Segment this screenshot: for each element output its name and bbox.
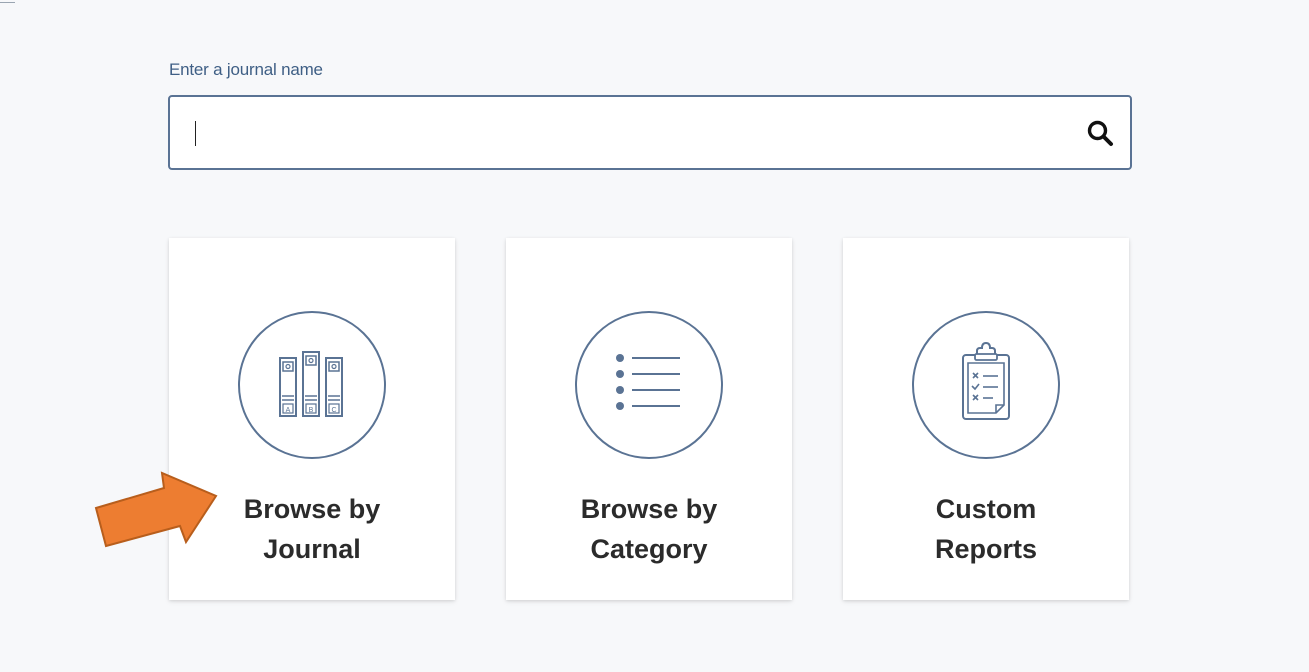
annotation-arrow [94, 471, 218, 548]
card-label-line1: Browse by [580, 494, 718, 524]
custom-reports-label: Custom Reports [843, 489, 1129, 569]
browse-by-category-label: Browse by Category [506, 489, 792, 569]
list-icon [575, 311, 723, 459]
card-label-line2: Category [590, 534, 708, 564]
search-input[interactable] [188, 110, 1068, 155]
card-label-line1: Custom [935, 494, 1037, 524]
custom-reports-card[interactable]: Custom Reports [843, 238, 1129, 600]
page: Enter a journal name A B C Browse by Jou… [0, 0, 1309, 672]
binder-letter-b: B [309, 407, 314, 414]
corner-mark [0, 2, 15, 3]
card-label-line2: Reports [934, 534, 1037, 564]
search-label: Enter a journal name [169, 60, 323, 79]
binder-letter-a: A [286, 407, 291, 414]
text-caret [195, 121, 196, 146]
browse-by-category-card[interactable]: Browse by Category [506, 238, 792, 600]
search-box[interactable] [168, 95, 1132, 170]
binder-letter-c: C [331, 407, 336, 414]
clipboard-icon [912, 311, 1060, 459]
binders-icon: A B C [238, 311, 386, 459]
search-icon[interactable] [1086, 119, 1114, 147]
